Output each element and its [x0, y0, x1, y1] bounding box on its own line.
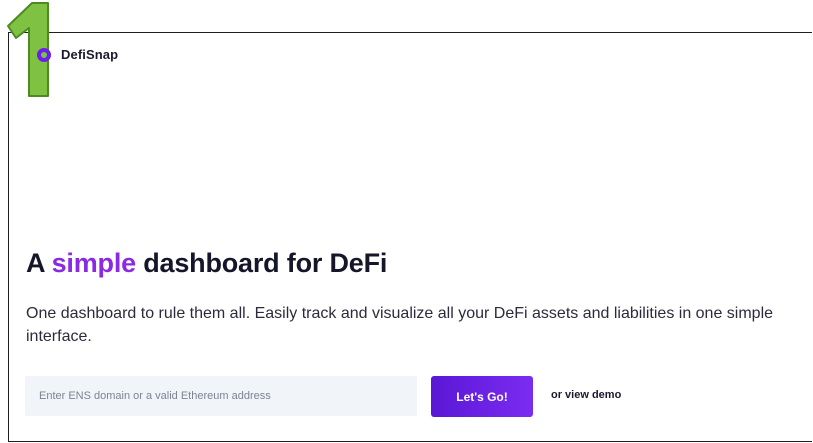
logo-ring-icon: [37, 47, 51, 62]
step-number-label: 1: [2, 0, 3, 1]
brand-name: DefiSnap: [61, 47, 119, 62]
lets-go-button[interactable]: Let's Go!: [431, 376, 533, 417]
hero-description: One dashboard to rule them all. Easily t…: [26, 305, 774, 345]
hero-title-suffix: dashboard for DeFi: [135, 248, 388, 278]
hero-title: A simple dashboard for DeFi: [26, 248, 387, 279]
hero-title-highlight: simple: [51, 248, 137, 278]
ens-address-input[interactable]: [25, 376, 417, 416]
hero-title-prefix: A: [26, 248, 52, 278]
view-demo-link[interactable]: or view demo: [551, 389, 621, 401]
brand-logo[interactable]: DefiSnap: [37, 47, 118, 62]
